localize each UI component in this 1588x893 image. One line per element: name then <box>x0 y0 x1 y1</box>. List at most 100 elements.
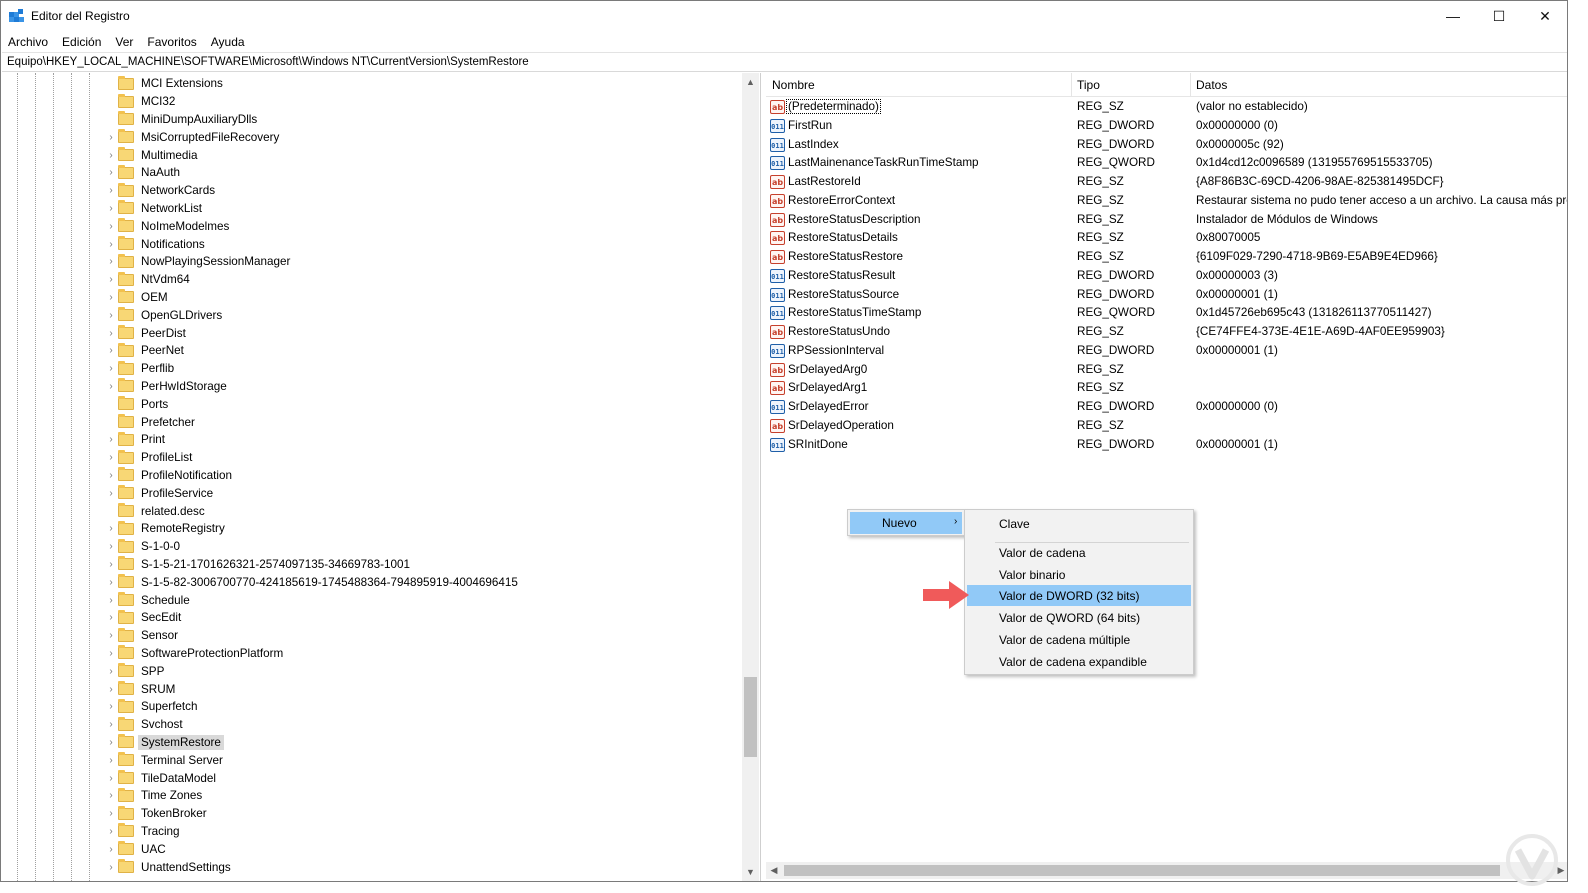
tree-item[interactable]: › Perflib <box>105 360 177 378</box>
chevron-right-icon[interactable]: › <box>105 808 117 819</box>
tree-item[interactable]: › SoftwareProtectionPlatform <box>105 645 286 663</box>
chevron-right-icon[interactable]: › <box>105 434 117 445</box>
menu-ayuda[interactable]: Ayuda <box>204 32 252 52</box>
tree-item[interactable]: › S-1-5-82-3006700770-424185619-174548836… <box>105 573 521 591</box>
tree-item[interactable]: › SRUM <box>105 680 178 698</box>
chevron-right-icon[interactable]: › <box>105 310 117 321</box>
values-list-pane[interactable]: Nombre Tipo Datos ab (Predeterminado) REG_… <box>766 73 1567 881</box>
value-row[interactable]: 011 RestoreStatusResult REG_DWORD 0x0000000… <box>766 267 1567 286</box>
chevron-right-icon[interactable]: › <box>105 666 117 677</box>
menu-archivo[interactable]: Archivo <box>1 32 55 52</box>
tree-item[interactable]: › TokenBroker <box>105 805 210 823</box>
scroll-thumb[interactable] <box>744 677 757 757</box>
tree-item[interactable]: Prefetcher <box>105 413 198 431</box>
submenu-item[interactable]: Valor de cadena expandible <box>967 651 1191 672</box>
tree-item[interactable]: › Multimedia <box>105 146 201 164</box>
value-row[interactable]: 011 RestoreStatusSource REG_DWORD 0x0000000… <box>766 286 1567 305</box>
tree-item[interactable]: › TileDataModel <box>105 769 219 787</box>
chevron-right-icon[interactable]: › <box>105 541 117 552</box>
chevron-right-icon[interactable]: › <box>105 862 117 873</box>
chevron-right-icon[interactable]: › <box>105 345 117 356</box>
tree-item[interactable]: › NowPlayingSessionManager <box>105 253 293 271</box>
column-header-data[interactable]: Datos <box>1196 78 1227 92</box>
scroll-left-icon[interactable]: ◀ <box>766 862 782 879</box>
tree-item[interactable]: MiniDumpAuxiliaryDlls <box>105 111 260 129</box>
tree-item[interactable]: › Sensor <box>105 627 181 645</box>
address-bar[interactable]: Equipo\HKEY_LOCAL_MACHINE\SOFTWARE\Micro… <box>2 52 1567 72</box>
value-row[interactable]: ab SrDelayedArg0 REG_SZ <box>766 361 1567 380</box>
value-row[interactable]: ab LastRestoreId REG_SZ {A8F86B3C-69CD-4206… <box>766 173 1567 192</box>
tree-item[interactable]: › UAC <box>105 840 169 858</box>
chevron-right-icon[interactable]: › <box>105 701 117 712</box>
value-row[interactable]: ab RestoreStatusUndo REG_SZ {CE74FFE4-373E-… <box>766 323 1567 342</box>
tree-item[interactable]: › NetworkList <box>105 200 205 218</box>
value-row[interactable]: ab SrDelayedOperation REG_SZ <box>766 417 1567 436</box>
tree-item[interactable]: › SecEdit <box>105 609 184 627</box>
tree-item[interactable]: › MsiCorruptedFileRecovery <box>105 128 282 146</box>
tree-item[interactable]: › Superfetch <box>105 698 201 716</box>
minimize-button[interactable]: — <box>1430 1 1476 31</box>
chevron-right-icon[interactable]: › <box>105 559 117 570</box>
tree-item[interactable]: › SPP <box>105 662 167 680</box>
scroll-down-icon[interactable]: ▼ <box>742 863 759 880</box>
tree-vertical-scrollbar[interactable]: ▲ ▼ <box>742 73 759 881</box>
close-button[interactable]: ✕ <box>1522 1 1567 31</box>
column-separator[interactable] <box>1071 73 1072 97</box>
chevron-right-icon[interactable]: › <box>105 132 117 143</box>
submenu-item[interactable]: Valor de QWORD (64 bits) <box>967 607 1191 628</box>
tree-item[interactable]: › Tracing <box>105 823 183 841</box>
tree-item[interactable]: › PerHwIdStorage <box>105 378 230 396</box>
tree-item[interactable]: › Print <box>105 431 168 449</box>
chevron-right-icon[interactable]: › <box>105 612 117 623</box>
value-row[interactable]: 011 FirstRun REG_DWORD 0x00000000 (0) <box>766 117 1567 136</box>
chevron-right-icon[interactable]: › <box>105 203 117 214</box>
tree-item[interactable]: › PeerNet <box>105 342 187 360</box>
chevron-right-icon[interactable]: › <box>105 523 117 534</box>
tree-item[interactable]: › NoImeModelmes <box>105 217 232 235</box>
chevron-right-icon[interactable]: › <box>105 363 117 374</box>
tree-item[interactable]: › ProfileService <box>105 484 216 502</box>
tree-item[interactable]: › UnattendSettings <box>105 858 234 876</box>
tree-item[interactable]: › Terminal Server <box>105 751 226 769</box>
submenu-item[interactable]: Valor de DWORD (32 bits) <box>967 585 1191 606</box>
chevron-right-icon[interactable]: › <box>105 773 117 784</box>
value-row[interactable]: ab RestoreStatusDetails REG_SZ 0x80070005 <box>766 229 1567 248</box>
column-header-type[interactable]: Tipo <box>1077 78 1100 92</box>
tree-item[interactable]: › ProfileList <box>105 449 195 467</box>
chevron-right-icon[interactable]: › <box>105 630 117 641</box>
value-row[interactable]: ab RestoreStatusDescription REG_SZ Instalad… <box>766 211 1567 230</box>
value-row[interactable]: 011 LastIndex REG_DWORD 0x0000005c (92) <box>766 136 1567 155</box>
column-separator[interactable] <box>1190 73 1191 97</box>
submenu-item[interactable]: Valor binario <box>967 564 1191 585</box>
chevron-right-icon[interactable]: › <box>105 577 117 588</box>
submenu-item[interactable]: Clave <box>967 513 1191 534</box>
chevron-right-icon[interactable]: › <box>105 470 117 481</box>
chevron-right-icon[interactable]: › <box>105 274 117 285</box>
tree-item[interactable]: › OEM <box>105 289 171 307</box>
tree-item[interactable]: › S-1-5-21-1701626321-2574097135-34669783… <box>105 556 413 574</box>
chevron-right-icon[interactable]: › <box>105 648 117 659</box>
chevron-right-icon[interactable]: › <box>105 452 117 463</box>
tree-item[interactable]: › NtVdm64 <box>105 271 193 289</box>
column-header-name[interactable]: Nombre <box>772 78 815 92</box>
chevron-right-icon[interactable]: › <box>105 844 117 855</box>
chevron-right-icon[interactable]: › <box>105 150 117 161</box>
chevron-right-icon[interactable]: › <box>105 167 117 178</box>
chevron-right-icon[interactable]: › <box>105 239 117 250</box>
chevron-right-icon[interactable]: › <box>105 826 117 837</box>
scroll-thumb[interactable] <box>784 865 1500 876</box>
tree-item[interactable]: › S-1-0-0 <box>105 538 183 556</box>
chevron-right-icon[interactable]: › <box>105 221 117 232</box>
tree-item[interactable]: › PeerDist <box>105 324 189 342</box>
value-row[interactable]: ab (Predeterminado) REG_SZ (valor no establ… <box>766 98 1567 117</box>
menu-edicion[interactable]: Edición <box>55 32 108 52</box>
tree-item[interactable]: › NetworkCards <box>105 182 218 200</box>
menu-item-nuevo[interactable]: Nuevo › <box>850 512 962 534</box>
chevron-right-icon[interactable]: › <box>105 292 117 303</box>
tree-item[interactable]: › Notifications <box>105 235 208 253</box>
submenu-item[interactable]: Valor de cadena múltiple <box>967 629 1191 650</box>
tree-item[interactable]: › OpenGLDrivers <box>105 306 225 324</box>
tree-item[interactable]: › ProfileNotification <box>105 467 235 485</box>
chevron-right-icon[interactable]: › <box>105 755 117 766</box>
tree-item[interactable]: Ports <box>105 395 171 413</box>
